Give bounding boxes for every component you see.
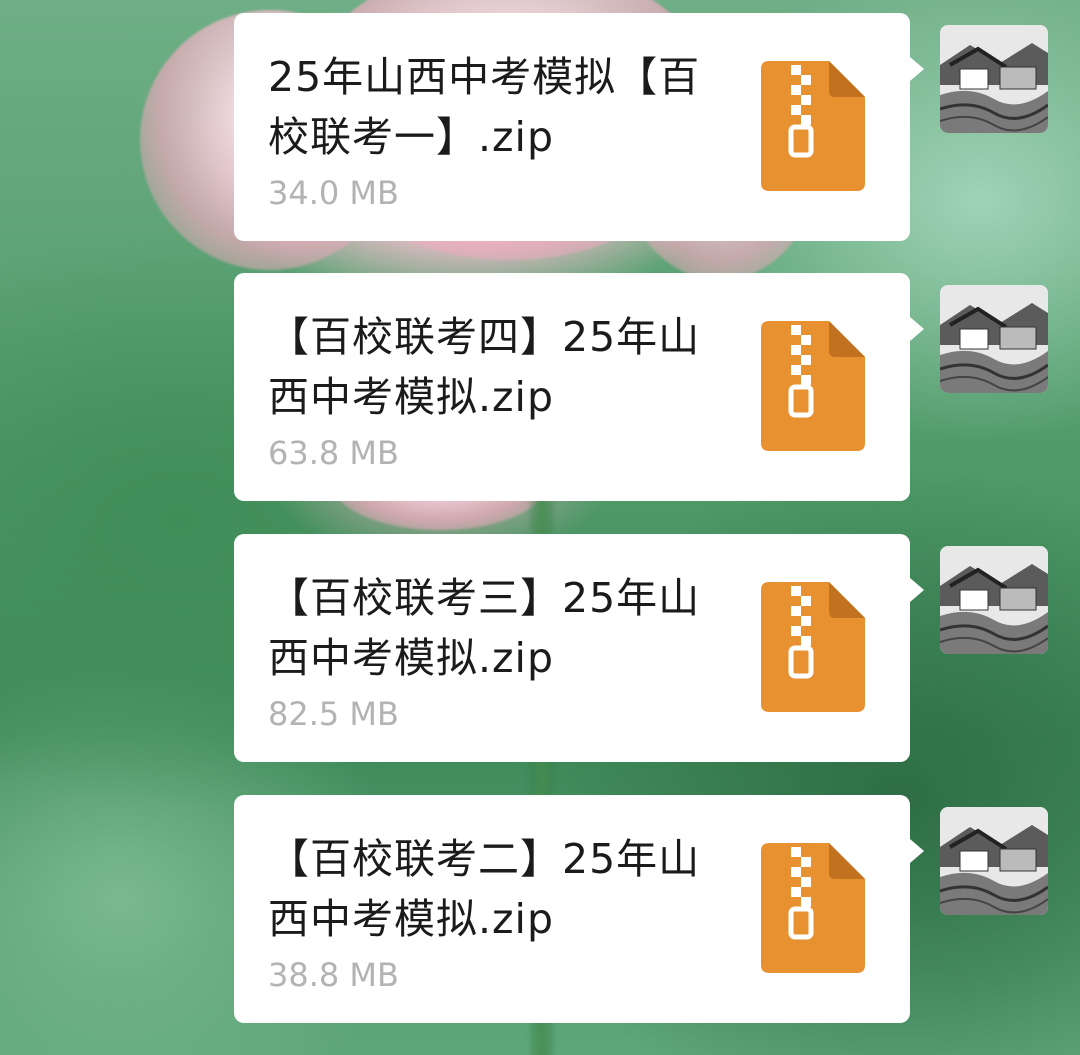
file-message-bubble[interactable]: 【百校联考三】25年山西中考模拟.zip 82.5 MB: [234, 534, 924, 762]
file-size: 38.8 MB: [268, 956, 399, 994]
file-size: 82.5 MB: [268, 695, 399, 733]
avatar[interactable]: [940, 285, 1048, 393]
message-row: 【百校联考三】25年山西中考模拟.zip 82.5 MB: [0, 534, 1080, 764]
zip-file-icon: [761, 582, 865, 712]
file-name: 25年山西中考模拟【百校联考一】.zip: [268, 53, 701, 161]
file-message-bubble[interactable]: 【百校联考四】25年山西中考模拟.zip 63.8 MB: [234, 273, 924, 501]
file-message-bubble[interactable]: 【百校联考二】25年山西中考模拟.zip 38.8 MB: [234, 795, 924, 1023]
file-message-bubble[interactable]: 25年山西中考模拟【百校联考一】.zip 34.0 MB: [234, 13, 924, 241]
avatar-image: [940, 25, 1048, 133]
avatar[interactable]: [940, 807, 1048, 915]
avatar-image: [940, 807, 1048, 915]
message-row: 【百校联考二】25年山西中考模拟.zip 38.8 MB: [0, 795, 1080, 1025]
zip-file-icon: [761, 61, 865, 191]
avatar[interactable]: [940, 546, 1048, 654]
avatar-image: [940, 285, 1048, 393]
message-row: 25年山西中考模拟【百校联考一】.zip 34.0 MB: [0, 13, 1080, 243]
avatar[interactable]: [940, 25, 1048, 133]
file-size: 34.0 MB: [268, 174, 399, 212]
zip-file-icon: [761, 843, 865, 973]
file-name: 【百校联考二】25年山西中考模拟.zip: [268, 835, 701, 943]
file-name: 【百校联考四】25年山西中考模拟.zip: [268, 313, 701, 421]
message-row: 【百校联考四】25年山西中考模拟.zip 63.8 MB: [0, 273, 1080, 503]
zip-file-icon: [761, 321, 865, 451]
file-name: 【百校联考三】25年山西中考模拟.zip: [268, 574, 701, 682]
avatar-image: [940, 546, 1048, 654]
file-size: 63.8 MB: [268, 434, 399, 472]
